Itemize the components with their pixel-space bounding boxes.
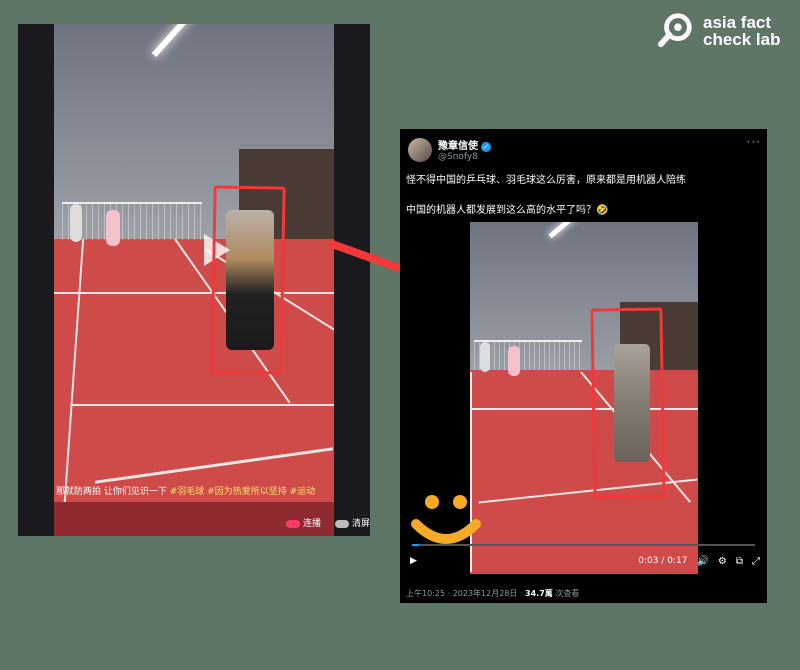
player-far-left: [70, 204, 82, 242]
player-far-right: [106, 210, 120, 246]
verified-badge-icon: ✓: [481, 142, 491, 152]
tweet-card: 豫章信使 ✓ @Snofy8 ··· 怪不得中国的乒乓球、羽毛球这么厉害，原来都是…: [400, 129, 767, 603]
volume-icon[interactable]: 🔊: [696, 556, 708, 567]
avatar[interactable]: [408, 137, 432, 162]
badminton-net: [474, 340, 582, 370]
video-caption: 那就防两拍 让你们见识一下 #羽毛球 #因为热爱所以坚持 #运动: [56, 487, 316, 497]
display-name[interactable]: 豫章信使: [438, 141, 478, 152]
hashtag[interactable]: #因为热爱所以坚持: [207, 487, 287, 497]
video-progress-bar[interactable]: [412, 544, 755, 546]
fullscreen-icon[interactable]: ⤢: [752, 556, 760, 567]
tweet-text-line-2: 中国的机器人都发展到这么高的水平了吗？🤣: [406, 205, 609, 216]
autoplay-toggle[interactable]: 连播: [286, 516, 321, 529]
player-far-left: [480, 342, 490, 372]
settings-icon[interactable]: ⚙: [718, 556, 727, 567]
video-controls-bar: ▶ 0:03 / 0:17 🔊 ⚙ ⧉ ⤢: [410, 552, 760, 570]
hashtag[interactable]: #运动: [290, 487, 316, 497]
views-suffix: 次查看: [552, 589, 580, 598]
hashtag[interactable]: #羽毛球: [170, 487, 205, 497]
logo-line-2: check lab: [703, 30, 781, 49]
asia-fact-check-lab-logo: asia fact check lab: [657, 12, 781, 50]
badminton-net: [62, 202, 202, 240]
picture-in-picture-icon[interactable]: ⧉: [736, 556, 743, 567]
highlight-box-left: [210, 185, 286, 375]
video-time: 0:03 / 0:17: [638, 556, 688, 566]
handle[interactable]: @Snofy8: [438, 152, 491, 162]
tweet-timestamp[interactable]: 上午10:25 · 2023年12月28日 ·: [406, 589, 525, 598]
video-controls: 连播 清屏: [286, 516, 370, 529]
left-video-screenshot: 那就防两拍 让你们见识一下 #羽毛球 #因为热爱所以坚持 #运动 连播 清屏: [18, 24, 370, 536]
clear-screen-toggle[interactable]: 清屏: [335, 516, 370, 529]
tweet-text-line-1: 怪不得中国的乒乓球、羽毛球这么厉害，原来都是用机器人陪练: [406, 175, 686, 186]
left-video-frame[interactable]: 那就防两拍 让你们见识一下 #羽毛球 #因为热爱所以坚持 #运动: [54, 24, 334, 536]
player-far-right: [508, 346, 520, 376]
highlight-box-right: [590, 307, 666, 499]
tweet-video[interactable]: ▶ 0:03 / 0:17 🔊 ⚙ ⧉ ⤢: [400, 222, 767, 574]
tweet-footer: 上午10:25 · 2023年12月28日 · 34.7萬 次查看: [406, 588, 579, 599]
more-options-icon[interactable]: ···: [747, 135, 761, 149]
play-icon[interactable]: ▶: [410, 556, 417, 566]
tweet-author[interactable]: 豫章信使 ✓ @Snofy8: [408, 137, 491, 162]
logo-line-1: asia fact: [703, 13, 772, 32]
smiley-watermark-icon: [411, 495, 481, 544]
view-count: 34.7萬: [525, 589, 553, 598]
magnifier-logo-icon: [657, 13, 692, 48]
